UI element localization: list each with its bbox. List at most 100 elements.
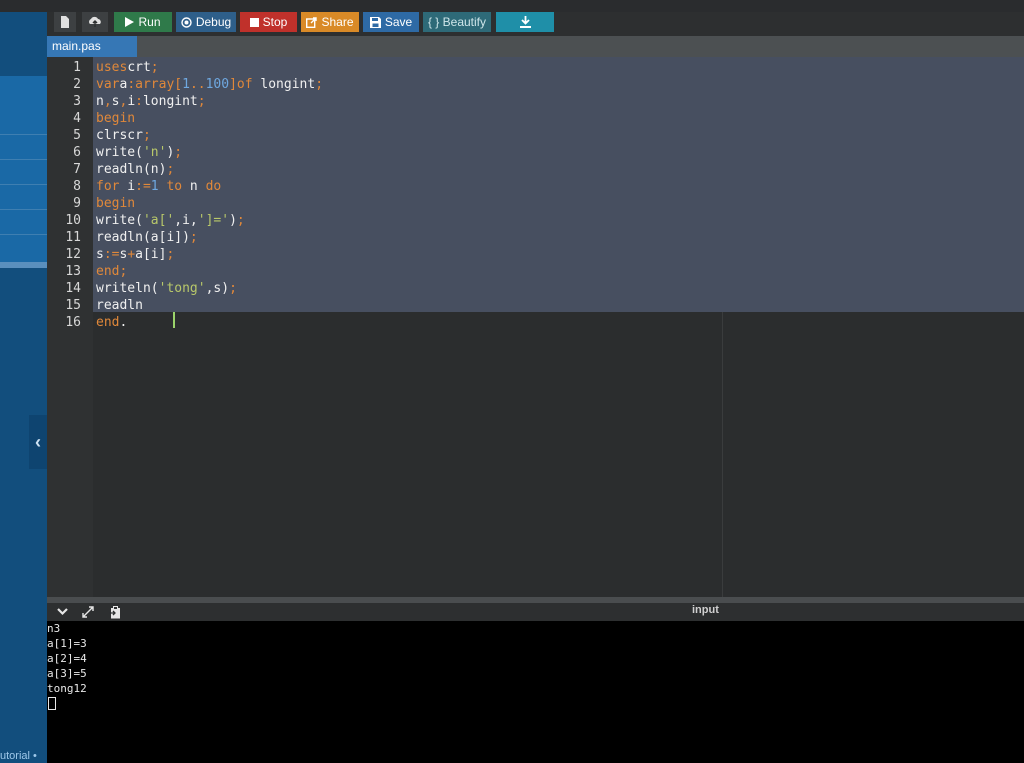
code-token: end	[96, 315, 120, 330]
code-editor[interactable]: 1 2 3 4 5 6 7 8 9 10 11 12 13 14 15 16 usescrt; vara:arr…	[47, 57, 1024, 597]
code-token: ;	[229, 281, 237, 296]
sidebar-collapse-button[interactable]: ‹	[29, 415, 47, 469]
code-token: [	[174, 77, 183, 92]
code-token: ,	[103, 94, 112, 109]
code-token: ;	[166, 162, 175, 177]
debug-icon	[181, 16, 192, 28]
code-token: :=	[135, 179, 151, 194]
sidebar-divider	[0, 262, 47, 268]
code-token: ;	[236, 213, 245, 228]
code-token: +	[127, 247, 136, 262]
code-token: a[i]	[135, 247, 167, 262]
beautify-button[interactable]: { } Beautify	[423, 12, 491, 32]
code-token: longint	[252, 77, 316, 92]
code-token: )	[229, 213, 237, 228]
line-number: 3	[73, 94, 81, 109]
clipboard-icon	[109, 605, 120, 618]
code-token: 1	[182, 77, 190, 92]
code-token: .	[119, 315, 128, 330]
code-token: writeln(	[96, 281, 159, 296]
code-token: ']='	[197, 213, 230, 228]
console-line: n3	[47, 622, 61, 635]
code-token: ..	[189, 77, 206, 92]
code-token: of	[236, 77, 253, 92]
code-token: ;	[119, 264, 128, 279]
code-line: end;	[96, 263, 127, 280]
code-token: 1	[150, 179, 159, 194]
chevron-left-icon: ‹	[35, 431, 41, 452]
expand-output-button[interactable]	[80, 605, 96, 619]
code-token: readln(n)	[96, 162, 167, 177]
line-number: 6	[73, 145, 81, 160]
code-token: n	[96, 94, 104, 109]
stop-button[interactable]: Stop	[240, 12, 297, 32]
stop-icon	[249, 17, 259, 27]
code-token: ;	[142, 128, 151, 143]
output-header: input	[47, 603, 1024, 621]
code-line: vara:array[1..100]of longint;	[96, 76, 323, 93]
window-top-strip	[0, 0, 1024, 12]
code-line: readln(a[i]);	[96, 229, 198, 246]
code-line: end.	[96, 314, 127, 331]
code-token: :	[127, 77, 136, 92]
line-number: 11	[65, 230, 81, 245]
code-line: readln	[96, 297, 143, 314]
expand-icon	[82, 606, 94, 618]
code-token: i	[127, 94, 136, 109]
print-margin	[722, 312, 723, 597]
upload-button[interactable]	[82, 12, 108, 32]
code-token: n	[182, 179, 198, 194]
code-token: 'tong'	[158, 281, 206, 296]
code-token: :=	[103, 247, 120, 262]
copy-output-button[interactable]	[107, 605, 123, 619]
text-selection	[93, 57, 1024, 312]
code-line: clrscr;	[96, 127, 151, 144]
toolbar: Run Debug Stop Share Save { } Beautify	[47, 12, 1024, 36]
new-file-icon	[61, 16, 69, 28]
code-token: array	[135, 77, 175, 92]
sidebar-tutorial-link[interactable]: utorial •	[0, 750, 47, 762]
code-line: for i:=1 to n do	[96, 178, 221, 195]
sidebar-item[interactable]	[0, 76, 47, 110]
code-token: ,s)	[205, 281, 230, 296]
code-line: readln(n);	[96, 161, 174, 178]
share-button[interactable]: Share	[301, 12, 359, 32]
code-line: s:=s+a[i];	[96, 246, 174, 263]
code-token: ;	[174, 145, 183, 160]
download-button[interactable]	[496, 12, 554, 32]
new-file-button[interactable]	[54, 12, 76, 32]
line-number: 1	[73, 60, 81, 75]
code-token: readln	[96, 298, 143, 313]
debug-button[interactable]: Debug	[176, 12, 236, 32]
save-button[interactable]: Save	[363, 12, 419, 32]
code-token: 'n'	[142, 145, 167, 160]
input-label: input	[692, 604, 719, 616]
code-token: 'a['	[142, 213, 175, 228]
chevron-down-icon	[56, 608, 68, 616]
download-icon	[519, 16, 531, 28]
line-number: 16	[65, 315, 81, 330]
run-button[interactable]: Run	[114, 12, 172, 32]
code-line: write('a[',i,']=');	[96, 212, 245, 229]
line-number: 2	[73, 77, 81, 92]
output-console[interactable]: n3 a[1]=3 a[2]=4 a[3]=5 tong12	[47, 621, 1024, 763]
console-line: tong12	[47, 682, 87, 695]
tab-main-pas[interactable]: main.pas	[47, 36, 137, 57]
code-token: uses	[96, 60, 128, 75]
play-icon	[125, 17, 135, 27]
sidebar-list[interactable]	[0, 110, 47, 262]
code-token: for	[96, 179, 120, 194]
line-number-gutter: 1 2 3 4 5 6 7 8 9 10 11 12 13 14 15 16	[47, 57, 93, 597]
save-icon	[369, 16, 381, 28]
code-token: write(	[96, 145, 143, 160]
code-token: var	[96, 77, 120, 92]
line-number: 13	[65, 264, 81, 279]
code-line: n,s,i:longint;	[96, 93, 206, 110]
code-token: longint	[142, 94, 198, 109]
code-token: ;	[189, 230, 198, 245]
collapse-output-button[interactable]	[54, 605, 70, 619]
share-icon	[306, 16, 318, 28]
code-token: begin	[96, 111, 136, 126]
code-token: to	[158, 179, 183, 194]
text-cursor	[173, 312, 175, 328]
